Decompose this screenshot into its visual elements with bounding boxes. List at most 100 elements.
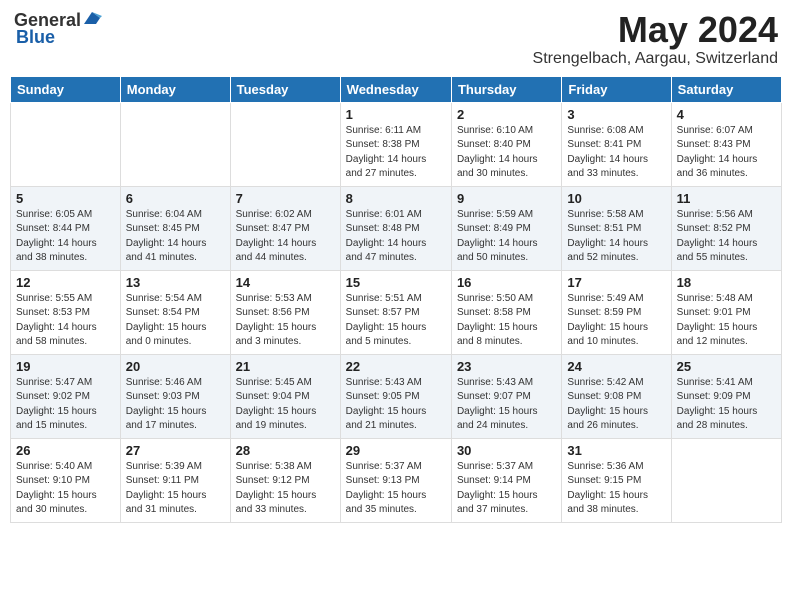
day-number: 17 xyxy=(567,275,665,290)
calendar-cell xyxy=(11,102,121,186)
calendar-cell xyxy=(120,102,230,186)
day-number: 25 xyxy=(677,359,776,374)
page-title: May 2024 xyxy=(533,10,778,50)
day-info: Sunrise: 6:04 AM Sunset: 8:45 PM Dayligh… xyxy=(126,208,225,266)
day-number: 5 xyxy=(16,191,115,206)
day-info: Sunrise: 5:49 AM Sunset: 8:59 PM Dayligh… xyxy=(567,292,665,350)
calendar-cell xyxy=(671,438,781,522)
day-info: Sunrise: 5:58 AM Sunset: 8:51 PM Dayligh… xyxy=(567,208,665,266)
calendar-cell: 9 Sunrise: 5:59 AM Sunset: 8:49 PM Daylig… xyxy=(451,186,561,270)
calendar-cell xyxy=(230,102,340,186)
day-info: Sunrise: 5:37 AM Sunset: 9:13 PM Dayligh… xyxy=(346,460,446,518)
day-info: Sunrise: 5:42 AM Sunset: 9:08 PM Dayligh… xyxy=(567,376,665,434)
page-header: General Blue May 2024 Strengelbach, Aarg… xyxy=(10,10,782,68)
day-info: Sunrise: 6:01 AM Sunset: 8:48 PM Dayligh… xyxy=(346,208,446,266)
day-info: Sunrise: 5:47 AM Sunset: 9:02 PM Dayligh… xyxy=(16,376,115,434)
day-info: Sunrise: 6:07 AM Sunset: 8:43 PM Dayligh… xyxy=(677,124,776,182)
day-info: Sunrise: 6:05 AM Sunset: 8:44 PM Dayligh… xyxy=(16,208,115,266)
calendar-cell: 15 Sunrise: 5:51 AM Sunset: 8:57 PM Dayli… xyxy=(340,270,451,354)
day-number: 22 xyxy=(346,359,446,374)
calendar-cell: 20Sunrise: 5:46 AM Sunset: 9:03 PM Dayli… xyxy=(120,354,230,438)
day-number: 1 xyxy=(346,107,446,122)
calendar-cell: 5 Sunrise: 6:05 AM Sunset: 8:44 PM Daylig… xyxy=(11,186,121,270)
day-number: 29 xyxy=(346,443,446,458)
logo-blue-text: Blue xyxy=(16,27,55,48)
day-info: Sunrise: 6:10 AM Sunset: 8:40 PM Dayligh… xyxy=(457,124,556,182)
day-number: 9 xyxy=(457,191,556,206)
logo-icon xyxy=(82,10,102,26)
title-block: May 2024 Strengelbach, Aargau, Switzerla… xyxy=(533,10,778,68)
day-number: 4 xyxy=(677,107,776,122)
day-info: Sunrise: 5:56 AM Sunset: 8:52 PM Dayligh… xyxy=(677,208,776,266)
day-number: 15 xyxy=(346,275,446,290)
day-number: 27 xyxy=(126,443,225,458)
calendar-cell: 13Sunrise: 5:54 AM Sunset: 8:54 PM Dayli… xyxy=(120,270,230,354)
day-info: Sunrise: 5:43 AM Sunset: 9:07 PM Dayligh… xyxy=(457,376,556,434)
calendar-cell: 1 Sunrise: 6:11 AM Sunset: 8:38 PM Daylig… xyxy=(340,102,451,186)
calendar-cell: 18Sunrise: 5:48 AM Sunset: 9:01 PM Dayli… xyxy=(671,270,781,354)
day-info: Sunrise: 5:41 AM Sunset: 9:09 PM Dayligh… xyxy=(677,376,776,434)
day-info: Sunrise: 6:02 AM Sunset: 8:47 PM Dayligh… xyxy=(236,208,335,266)
calendar-day-header: Wednesday xyxy=(340,76,451,102)
calendar-cell: 25 Sunrise: 5:41 AM Sunset: 9:09 PM Dayli… xyxy=(671,354,781,438)
day-info: Sunrise: 5:50 AM Sunset: 8:58 PM Dayligh… xyxy=(457,292,556,350)
calendar-cell: 24 Sunrise: 5:42 AM Sunset: 9:08 PM Dayli… xyxy=(562,354,671,438)
calendar-day-header: Saturday xyxy=(671,76,781,102)
calendar-week-row: 12Sunrise: 5:55 AM Sunset: 8:53 PM Dayli… xyxy=(11,270,782,354)
calendar-cell: 6Sunrise: 6:04 AM Sunset: 8:45 PM Daylig… xyxy=(120,186,230,270)
day-number: 2 xyxy=(457,107,556,122)
calendar-cell: 4 Sunrise: 6:07 AM Sunset: 8:43 PM Daylig… xyxy=(671,102,781,186)
calendar-cell: 26 Sunrise: 5:40 AM Sunset: 9:10 PM Dayli… xyxy=(11,438,121,522)
day-info: Sunrise: 5:45 AM Sunset: 9:04 PM Dayligh… xyxy=(236,376,335,434)
day-number: 24 xyxy=(567,359,665,374)
day-number: 19 xyxy=(16,359,115,374)
calendar-cell: 29 Sunrise: 5:37 AM Sunset: 9:13 PM Dayli… xyxy=(340,438,451,522)
day-number: 3 xyxy=(567,107,665,122)
day-number: 10 xyxy=(567,191,665,206)
day-number: 18 xyxy=(677,275,776,290)
day-number: 21 xyxy=(236,359,335,374)
day-info: Sunrise: 5:36 AM Sunset: 9:15 PM Dayligh… xyxy=(567,460,665,518)
day-info: Sunrise: 6:08 AM Sunset: 8:41 PM Dayligh… xyxy=(567,124,665,182)
calendar-day-header: Tuesday xyxy=(230,76,340,102)
calendar-cell: 3 Sunrise: 6:08 AM Sunset: 8:41 PM Daylig… xyxy=(562,102,671,186)
calendar-cell: 22 Sunrise: 5:43 AM Sunset: 9:05 PM Dayli… xyxy=(340,354,451,438)
calendar-week-row: 19 Sunrise: 5:47 AM Sunset: 9:02 PM Dayli… xyxy=(11,354,782,438)
calendar-week-row: 5 Sunrise: 6:05 AM Sunset: 8:44 PM Daylig… xyxy=(11,186,782,270)
day-info: Sunrise: 5:59 AM Sunset: 8:49 PM Dayligh… xyxy=(457,208,556,266)
calendar-cell: 28 Sunrise: 5:38 AM Sunset: 9:12 PM Dayli… xyxy=(230,438,340,522)
day-number: 31 xyxy=(567,443,665,458)
day-info: Sunrise: 5:43 AM Sunset: 9:05 PM Dayligh… xyxy=(346,376,446,434)
calendar-cell: 8 Sunrise: 6:01 AM Sunset: 8:48 PM Daylig… xyxy=(340,186,451,270)
day-info: Sunrise: 5:40 AM Sunset: 9:10 PM Dayligh… xyxy=(16,460,115,518)
calendar-day-header: Friday xyxy=(562,76,671,102)
day-number: 16 xyxy=(457,275,556,290)
calendar-day-header: Thursday xyxy=(451,76,561,102)
day-info: Sunrise: 5:54 AM Sunset: 8:54 PM Dayligh… xyxy=(126,292,225,350)
calendar-week-row: 26 Sunrise: 5:40 AM Sunset: 9:10 PM Dayli… xyxy=(11,438,782,522)
calendar-cell: 30Sunrise: 5:37 AM Sunset: 9:14 PM Dayli… xyxy=(451,438,561,522)
day-number: 23 xyxy=(457,359,556,374)
calendar-cell: 31 Sunrise: 5:36 AM Sunset: 9:15 PM Dayli… xyxy=(562,438,671,522)
day-number: 28 xyxy=(236,443,335,458)
logo: General Blue xyxy=(14,10,102,48)
day-info: Sunrise: 6:11 AM Sunset: 8:38 PM Dayligh… xyxy=(346,124,446,182)
day-info: Sunrise: 5:39 AM Sunset: 9:11 PM Dayligh… xyxy=(126,460,225,518)
calendar-header-row: SundayMondayTuesdayWednesdayThursdayFrid… xyxy=(11,76,782,102)
day-info: Sunrise: 5:51 AM Sunset: 8:57 PM Dayligh… xyxy=(346,292,446,350)
calendar-cell: 19 Sunrise: 5:47 AM Sunset: 9:02 PM Dayli… xyxy=(11,354,121,438)
calendar-cell: 12Sunrise: 5:55 AM Sunset: 8:53 PM Dayli… xyxy=(11,270,121,354)
calendar-cell: 7 Sunrise: 6:02 AM Sunset: 8:47 PM Daylig… xyxy=(230,186,340,270)
page-subtitle: Strengelbach, Aargau, Switzerland xyxy=(533,50,778,68)
calendar-table: SundayMondayTuesdayWednesdayThursdayFrid… xyxy=(10,76,782,523)
day-number: 26 xyxy=(16,443,115,458)
day-number: 7 xyxy=(236,191,335,206)
calendar-cell: 21 Sunrise: 5:45 AM Sunset: 9:04 PM Dayli… xyxy=(230,354,340,438)
day-info: Sunrise: 5:53 AM Sunset: 8:56 PM Dayligh… xyxy=(236,292,335,350)
day-info: Sunrise: 5:38 AM Sunset: 9:12 PM Dayligh… xyxy=(236,460,335,518)
day-number: 8 xyxy=(346,191,446,206)
day-number: 20 xyxy=(126,359,225,374)
calendar-day-header: Monday xyxy=(120,76,230,102)
calendar-cell: 16 Sunrise: 5:50 AM Sunset: 8:58 PM Dayli… xyxy=(451,270,561,354)
calendar-cell: 2 Sunrise: 6:10 AM Sunset: 8:40 PM Daylig… xyxy=(451,102,561,186)
